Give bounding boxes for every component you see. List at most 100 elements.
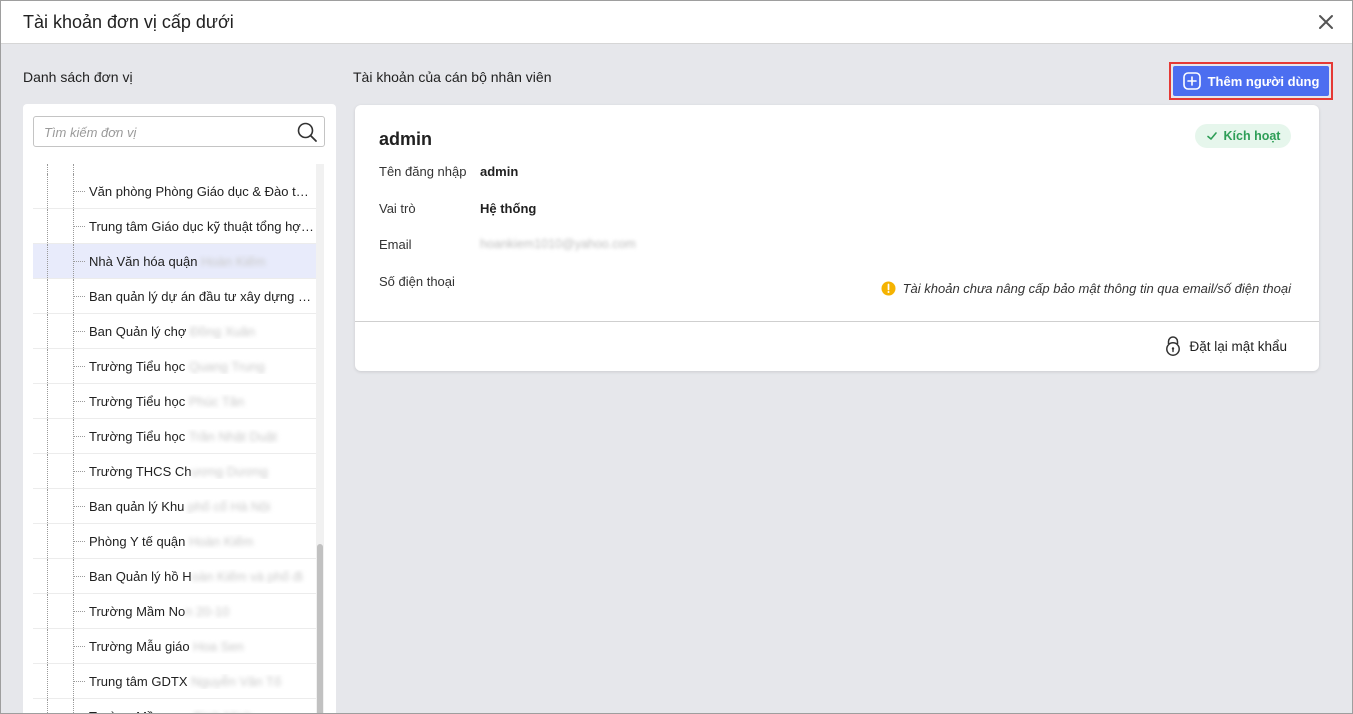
tree-item[interactable]: Trường THCS Chương Dương: [33, 454, 316, 489]
tree-connector: [74, 296, 85, 297]
scrollbar-thumb[interactable]: [317, 544, 323, 713]
tree-item[interactable]: Trường Mẫu giáo Hoa Sen: [33, 629, 316, 664]
tree-item-label: Trung tâm GDTX Nguyễn Văn Tố: [89, 674, 315, 689]
email-value: hoankiem1010@yahoo.com: [480, 237, 636, 251]
account-card: admin Kích hoạt Tên đăng nhập admin Vai …: [355, 105, 1319, 371]
tree-item[interactable]: Nhà Văn hóa quận Hoàn Kiếm: [33, 244, 316, 279]
tree-item-label: Trường THCS Chương Dương: [89, 464, 315, 479]
tree-item-label: Trường Tiểu học Trần Nhật Duật: [89, 429, 315, 444]
tree-item-label: Trường Tiểu học Phúc Tân: [89, 394, 315, 409]
tree-guide: [47, 244, 48, 278]
tree-item-hidden-text: Đồng Xuân: [190, 324, 256, 339]
tree-item-hidden-text: ương Dương: [191, 464, 268, 479]
username-label: Tên đăng nhập: [379, 164, 467, 179]
reset-password-button[interactable]: Đặt lại mật khẩu: [1164, 336, 1287, 356]
tree-guide: [47, 384, 48, 418]
dialog-header: Tài khoản đơn vị cấp dưới: [1, 1, 1352, 44]
unit-search-box: [33, 116, 325, 147]
tree-item[interactable]: Văn phòng Phòng Giáo dục & Đào tạo...: [33, 174, 316, 209]
tree-item-label: Ban Quản lý hồ Hoàn Kiếm và phố đi: [89, 569, 315, 584]
unit-search-input[interactable]: [44, 123, 284, 141]
check-icon: [1206, 132, 1217, 140]
tree-item-label: Trường Mẫu giáo Hoa Sen: [89, 639, 315, 654]
tree-item[interactable]: Phòng Y tế quận Hoàn Kiếm: [33, 524, 316, 559]
tree-item[interactable]: Trung tâm GDTX Nguyễn Văn Tố: [33, 664, 316, 699]
tree-item-text: Trường Tiểu học: [89, 359, 189, 374]
tree-item-label: Trường Mầm Non 20-10: [89, 604, 315, 619]
tree-connector: [74, 611, 85, 612]
tree-item[interactable]: Ban quản lý Khu phố cổ Hà Nội: [33, 489, 316, 524]
tree-connector: [74, 541, 85, 542]
phone-label: Số điện thoại: [379, 274, 455, 289]
tree-item-text: Nhà Văn hóa quận: [89, 254, 202, 269]
tree-item-hidden-text: oàn Kiếm và phố đi: [191, 569, 303, 584]
tree-item[interactable]: Trường Mầm Non 20-10: [33, 594, 316, 629]
unit-tree-scrollbar[interactable]: [316, 164, 324, 713]
unit-list-panel: Văn phòng Phòng Giáo dục & Đào tạo... Tru…: [23, 104, 336, 713]
tree-item[interactable]: Trường Tiểu học Trần Nhật Duật: [33, 419, 316, 454]
tree-item-label: Trường Mầm non Bình Minh: [89, 709, 315, 713]
tree-item[interactable]: Ban Quản lý hồ Hoàn Kiếm và phố đi: [33, 559, 316, 594]
tree-item-text: Trung tâm Giáo dục kỹ thuật tổng hợp...: [89, 219, 315, 234]
tree-item-hidden-text: Hoa Sen: [193, 639, 244, 654]
tree-guide: [47, 209, 48, 243]
tree-item[interactable]: Trường Tiểu học Quang Trung: [33, 349, 316, 384]
tree-item-text: Trường Tiểu học: [89, 394, 189, 409]
tree-connector: [74, 646, 85, 647]
tree-guide: [47, 279, 48, 313]
tree-item-hidden-text: Quang Trung: [188, 359, 265, 374]
close-icon[interactable]: [1316, 12, 1336, 32]
tree-guide: [47, 559, 48, 593]
reset-password-label: Đặt lại mật khẩu: [1189, 338, 1287, 354]
tree-item[interactable]: Ban Quản lý chợ Đồng Xuân: [33, 314, 316, 349]
tree-item-hidden-text: Nguyễn Văn Tố: [191, 674, 282, 689]
tree-item[interactable]: Trường Tiểu học Phúc Tân: [33, 384, 316, 419]
warning-icon: [881, 281, 896, 296]
card-divider: [355, 321, 1319, 322]
tree-connector: [74, 576, 85, 577]
tree-item-text: Trung tâm GDTX: [89, 674, 192, 689]
search-icon[interactable]: [296, 121, 318, 143]
lock-icon: [1166, 336, 1181, 356]
tree-item-label: Nhà Văn hóa quận Hoàn Kiếm: [89, 254, 315, 269]
status-badge: Kích hoạt: [1195, 124, 1291, 148]
tree-item-text: Ban quản lý Khu: [89, 499, 189, 514]
tree-item-label: Phòng Y tế quận Hoàn Kiếm: [89, 534, 315, 549]
tree-connector: [74, 681, 85, 682]
tree-item-text: Trường Mẫu giáo: [89, 639, 194, 654]
tree-guide: [47, 489, 48, 523]
tree-item-label: Ban Quản lý chợ Đồng Xuân: [89, 324, 315, 339]
tree-item-hidden-text: Hoàn Kiếm: [201, 254, 266, 269]
role-label: Vai trò: [379, 201, 416, 216]
tree-item[interactable]: Trường Mầm non Bình Minh: [33, 699, 316, 713]
tree-guide: [47, 699, 48, 713]
tree-item[interactable]: Ban quản lý dự án đầu tư xây dựng qu...: [33, 279, 316, 314]
tree-item-label: Ban quản lý Khu phố cổ Hà Nội: [89, 499, 315, 514]
add-user-highlight: Thêm người dùng: [1169, 62, 1333, 100]
tree-stub: [33, 164, 316, 174]
tree-item[interactable]: Trung tâm Giáo dục kỹ thuật tổng hợp...: [33, 209, 316, 244]
tree-connector: [74, 401, 85, 402]
tree-item-hidden-text: n 20-10: [185, 604, 230, 619]
tree-item-text: Ban Quản lý chợ: [89, 324, 191, 339]
tree-item-text: Ban Quản lý hồ H: [89, 569, 192, 584]
email-label: Email: [379, 237, 412, 252]
tree-guide: [73, 699, 74, 713]
tree-connector: [74, 506, 85, 507]
tree-item-hidden-text: Trần Nhật Duật: [188, 429, 278, 444]
tree-item-text: Trường THCS Ch: [89, 464, 192, 479]
tree-item-label: Văn phòng Phòng Giáo dục & Đào tạo...: [89, 184, 315, 199]
tree-guide: [47, 524, 48, 558]
tree-guide: [47, 454, 48, 488]
add-user-button[interactable]: Thêm người dùng: [1173, 66, 1329, 96]
staff-accounts-title: Tài khoản của cán bộ nhân viên: [353, 69, 552, 85]
tree-item-text: Trường Tiểu học: [89, 429, 189, 444]
role-value: Hệ thống: [480, 201, 537, 216]
tree-guide: [47, 314, 48, 348]
plus-icon: [1182, 72, 1201, 90]
tree-guide: [47, 174, 48, 208]
username-value: admin: [480, 164, 519, 179]
tree-item-hidden-text: phố cổ Hà Nội: [188, 499, 271, 514]
tree-item-label: Ban quản lý dự án đầu tư xây dựng qu...: [89, 289, 315, 304]
tree-connector: [74, 226, 85, 227]
